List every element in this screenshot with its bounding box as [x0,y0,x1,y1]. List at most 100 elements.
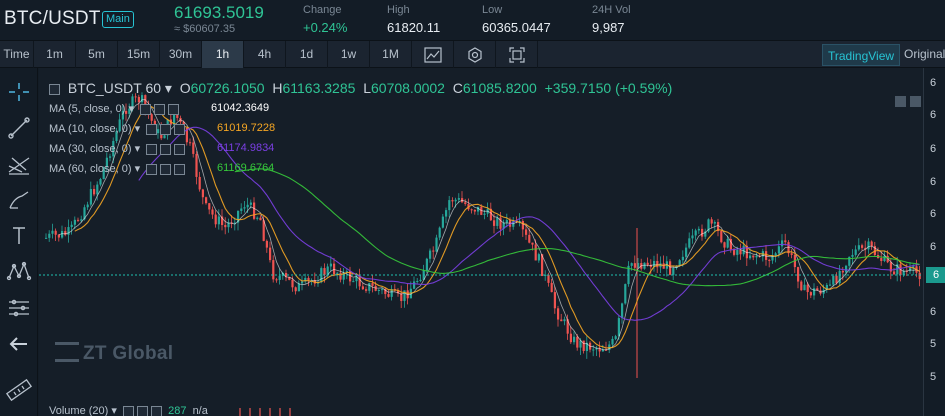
candle-body [838,270,841,284]
fullscreen-button[interactable] [496,41,538,68]
ma30-legend[interactable]: MA (30, close, 0) ▾ [49,142,186,155]
close-icon[interactable] [168,103,180,115]
interval-30m[interactable]: 30m [160,41,202,68]
legend-dropdown-icon[interactable]: ▾ [165,80,172,96]
candle-body [749,255,752,259]
candle-body [70,224,73,228]
candle-body [685,247,688,257]
settings-icon[interactable] [154,103,166,115]
candle-body [451,200,454,202]
candle-body [441,216,444,228]
scroll-down-icon[interactable] [895,96,906,107]
interval-time[interactable]: Time [0,41,34,68]
volume-legend[interactable]: Volume (20) ▾ 287 n/a [49,404,208,416]
back-tool[interactable] [4,330,34,358]
price-tick: 5 [930,338,937,350]
stat-change: Change +0.24% [303,4,347,35]
interval-1d[interactable]: 1d [286,41,328,68]
eye-icon[interactable] [140,103,152,115]
interval-4h[interactable]: 4h [244,41,286,68]
text-tool[interactable] [4,222,34,250]
price-axis[interactable]: 6 6 6 6 6 6 6 6 5 5 [923,68,945,416]
candle-body [381,289,384,291]
volume-bar [259,408,261,416]
eye-icon[interactable] [146,123,158,135]
last-price: 61693.5019 [174,3,264,22]
tradingview-button[interactable]: TradingView [822,44,901,66]
close-icon[interactable] [150,405,162,416]
candle-body [51,230,54,234]
original-button[interactable]: Original [904,41,945,68]
candle-body [109,156,112,158]
legend-change: +359.7150 (+0.59%) [544,80,673,96]
candle-body [189,142,192,144]
candle-body [333,263,336,275]
candle-body [64,230,67,235]
settings-icon[interactable] [160,163,172,175]
candle-body [253,202,256,219]
candle-body [358,276,361,287]
legend-high: 61163.3285 [282,80,356,96]
candle-body [560,319,563,322]
interval-1m[interactable]: 1m [34,41,76,68]
candle-body [681,256,684,261]
ma60-legend[interactable]: MA (60, close, 0) ▾ [49,162,186,175]
fib-icon [8,157,30,175]
settings-icon[interactable] [160,123,172,135]
legend-interval: 60 [145,80,162,96]
close-icon[interactable] [174,143,186,155]
candle-body [365,289,368,291]
ma5-legend[interactable]: MA (5, close, 0) ▾ [49,102,180,115]
measure-tool[interactable] [4,294,34,322]
ruler-tool[interactable] [4,376,34,404]
candle-body [211,209,214,215]
pair-title[interactable]: BTC/USDT [4,8,101,30]
stat-label: 24H Vol [592,4,631,16]
candle-body [80,219,83,221]
candle-body [473,209,476,212]
indicator-button[interactable] [412,41,454,68]
interval-15m[interactable]: 15m [118,41,160,68]
settings-icon[interactable] [136,405,148,416]
candle-body [742,245,745,255]
price-chart[interactable]: BTC_USDT 60 ▾ O60726.1050 H61163.3285 L6… [39,68,923,416]
interval-1M[interactable]: 1M [370,41,412,68]
ma10-legend[interactable]: MA (10, close, 0) ▾ [49,122,186,135]
eye-icon[interactable] [122,405,134,416]
fib-tool[interactable] [4,150,34,178]
candle-body [806,284,809,293]
candle-body [752,255,755,258]
eye-icon[interactable] [146,143,158,155]
candle-body [832,275,835,285]
candle-body [483,213,486,215]
candle-body [201,189,204,198]
measure-icon [9,299,29,317]
candle-body [710,219,713,224]
collapse-icon[interactable] [49,83,60,95]
trendline-tool[interactable] [4,114,34,142]
settings-icon[interactable] [160,143,172,155]
back-arrow-icon [9,337,27,351]
candle-body [739,249,742,255]
pattern-tool[interactable] [4,258,34,286]
brush-tool[interactable] [4,186,34,214]
crosshair-tool[interactable] [4,78,34,106]
close-icon[interactable] [174,163,186,175]
interval-1h[interactable]: 1h [202,41,244,68]
candle-body [275,279,278,281]
interval-5m[interactable]: 5m [76,41,118,68]
scroll-up-icon[interactable] [910,96,921,107]
price-tick: 6 [930,176,937,188]
volume-bar [269,408,271,416]
eye-icon[interactable] [146,163,158,175]
interval-toolbar: Time 1m 5m 15m 30m 1h 4h 1d 1w 1M Tradin… [0,40,945,68]
interval-1w[interactable]: 1w [328,41,370,68]
candle-body [265,240,268,248]
settings-button[interactable] [454,41,496,68]
stat-label: Low [482,4,503,16]
candle-body [99,179,102,185]
close-icon[interactable] [174,123,186,135]
candle-body [633,263,636,268]
ma-30-line [138,126,920,321]
candle-body [621,303,624,319]
